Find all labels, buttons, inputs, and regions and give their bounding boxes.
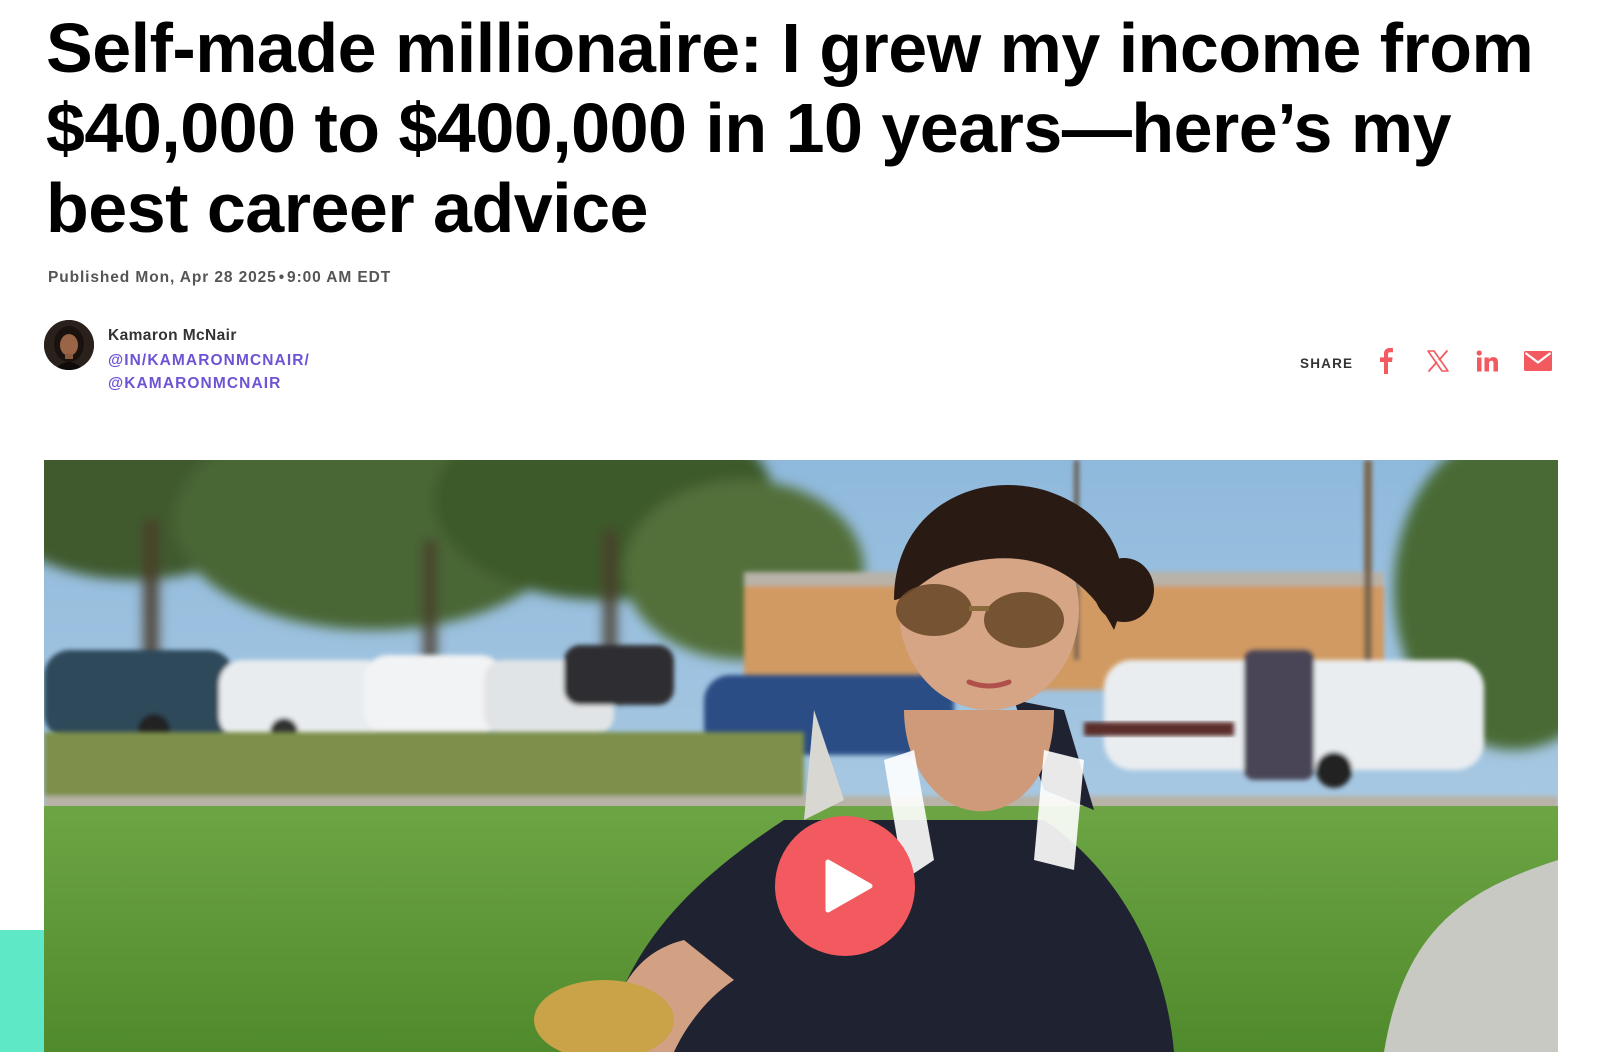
author-avatar[interactable]	[44, 320, 94, 370]
article-page: Self-made millionaire: I grew my income …	[0, 0, 1600, 1052]
share-label: SHARE	[1300, 356, 1354, 371]
email-icon	[1524, 351, 1552, 371]
email-share-button[interactable]	[1522, 346, 1554, 376]
author-linkedin-link[interactable]: @IN/KAMARONMCNAIR/	[108, 352, 310, 370]
featured-video[interactable]	[44, 460, 1558, 1052]
author-avatar-image	[44, 320, 94, 370]
facebook-share-button[interactable]	[1376, 346, 1396, 376]
published-time: 9:00 AM EDT	[287, 269, 392, 286]
video-thumbnail-image	[44, 460, 1558, 1052]
author-twitter-link[interactable]: @KAMARONMCNAIR	[108, 375, 281, 393]
publish-timestamp: Published Mon, Apr 28 2025 • 9:00 AM EDT	[48, 269, 391, 287]
published-prefix: Published	[48, 269, 131, 286]
facebook-icon	[1380, 348, 1393, 374]
play-button[interactable]	[775, 816, 915, 956]
accent-bar	[0, 930, 44, 1052]
x-icon	[1427, 350, 1449, 372]
linkedin-share-button[interactable]	[1474, 346, 1502, 376]
author-name[interactable]: Kamaron McNair	[108, 327, 237, 345]
published-date: Mon, Apr 28 2025	[135, 269, 277, 286]
x-share-button[interactable]	[1424, 346, 1452, 376]
play-icon	[825, 859, 873, 913]
published-separator: •	[278, 269, 286, 286]
article-headline: Self-made millionaire: I grew my income …	[46, 9, 1534, 247]
linkedin-icon	[1476, 350, 1498, 372]
